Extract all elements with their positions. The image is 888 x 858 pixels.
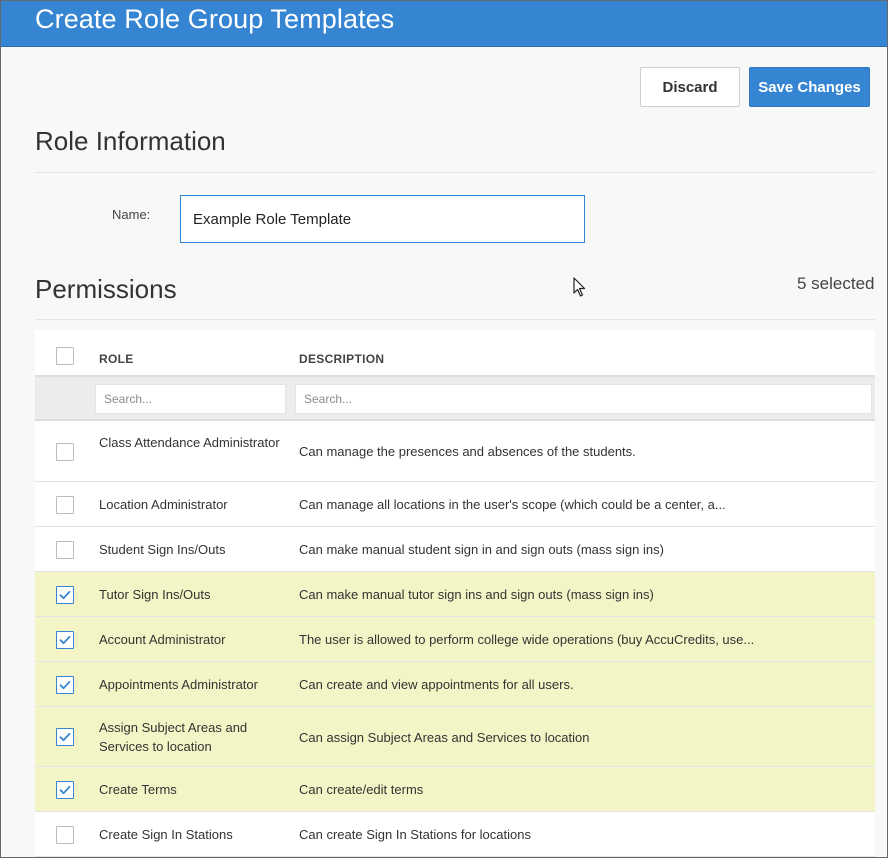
description-cell: Can create/edit terms — [299, 782, 424, 797]
description-cell: Can make manual tutor sign ins and sign … — [299, 587, 654, 602]
role-information-heading: Role Information — [35, 126, 226, 156]
permissions-table: ROLE DESCRIPTION Class Attendance Admini… — [35, 330, 875, 857]
checkmark-icon — [59, 590, 71, 599]
description-cell: The user is allowed to perform college w… — [299, 632, 755, 647]
table-row[interactable]: Assign Subject Areas and Services to loc… — [35, 707, 875, 767]
table-row[interactable]: Location Administrator Can manage all loc… — [35, 482, 875, 527]
section-divider — [35, 319, 875, 320]
permissions-heading: Permissions — [35, 274, 177, 304]
row-checkbox[interactable] — [56, 630, 74, 649]
row-checkbox[interactable] — [56, 442, 74, 461]
role-cell: Account Administrator — [99, 632, 226, 647]
description-cell: Can manage the presences and absences of… — [299, 444, 636, 459]
discard-button[interactable]: Discard — [640, 67, 740, 107]
table-row[interactable]: Create Sign In Stations Can create Sign I… — [35, 812, 875, 857]
mouse-cursor-icon — [573, 277, 586, 297]
description-cell: Can assign Subject Areas and Services to… — [299, 729, 590, 745]
table-row[interactable]: Student Sign Ins/Outs Can make manual stu… — [35, 527, 875, 572]
role-cell: Student Sign Ins/Outs — [99, 542, 226, 557]
row-checkbox[interactable] — [56, 780, 74, 799]
role-search-input[interactable] — [95, 384, 286, 414]
filter-row — [35, 377, 875, 421]
title-bar: Create Role Group Templates — [1, 1, 887, 47]
select-all-checkbox[interactable] — [56, 347, 74, 365]
role-cell: Appointments Administrator — [99, 677, 258, 692]
table-row[interactable]: Account Administrator The user is allowed… — [35, 617, 875, 662]
role-cell: Assign Subject Areas and Services to loc… — [99, 720, 248, 754]
role-cell: Create Terms — [99, 782, 177, 797]
description-cell: Can make manual student sign in and sign… — [299, 542, 664, 557]
column-header-description[interactable]: DESCRIPTION — [299, 352, 384, 366]
table-row[interactable]: Class Attendance Administrator Can manage… — [35, 421, 875, 482]
section-divider — [35, 172, 875, 173]
role-cell: Tutor Sign Ins/Outs — [99, 587, 211, 602]
save-changes-button[interactable]: Save Changes — [749, 67, 870, 107]
role-cell: Create Sign In Stations — [99, 827, 233, 842]
page-title: Create Role Group Templates — [35, 4, 395, 34]
row-checkbox[interactable] — [56, 495, 74, 514]
column-header-role[interactable]: ROLE — [99, 352, 134, 366]
row-checkbox[interactable] — [56, 675, 74, 694]
selected-count: 5 selected — [797, 274, 875, 293]
description-cell: Can create and view appointments for all… — [299, 677, 574, 692]
name-label: Name: — [112, 207, 151, 222]
checkmark-icon — [59, 635, 71, 644]
checkmark-icon — [59, 785, 71, 794]
table-row[interactable]: Tutor Sign Ins/Outs Can make manual tutor… — [35, 572, 875, 617]
role-cell: Location Administrator — [99, 497, 228, 512]
description-search-input[interactable] — [295, 384, 872, 414]
table-header: ROLE DESCRIPTION — [35, 330, 875, 377]
row-checkbox[interactable] — [56, 540, 74, 559]
checkmark-icon — [59, 680, 71, 689]
row-checkbox[interactable] — [56, 728, 74, 746]
table-row[interactable]: Create Terms Can create/edit terms — [35, 767, 875, 812]
row-checkbox[interactable] — [56, 585, 74, 604]
role-cell: Class Attendance Administrator — [99, 434, 280, 450]
description-cell: Can manage all locations in the user's s… — [299, 497, 726, 512]
name-field[interactable] — [180, 195, 585, 243]
app-window: Create Role Group Templates Discard Save… — [0, 0, 888, 858]
row-checkbox[interactable] — [56, 825, 74, 844]
table-row[interactable]: Appointments Administrator Can create and… — [35, 662, 875, 707]
checkmark-icon — [59, 732, 71, 742]
description-cell: Can create Sign In Stations for location… — [299, 827, 531, 842]
